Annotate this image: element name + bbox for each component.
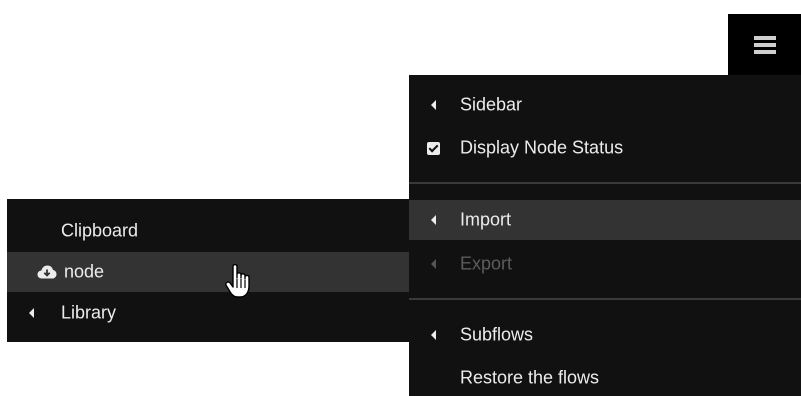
checkbox-checked-icon: [426, 141, 440, 155]
menu-item-label: Subflows: [460, 324, 534, 345]
menu-item-label: Export: [460, 253, 513, 274]
caret-left-icon: [426, 98, 440, 112]
menu-item-import[interactable]: Import: [409, 200, 801, 240]
submenu-item-clipboard[interactable]: Clipboard: [7, 211, 409, 251]
cloud-download-icon: [37, 265, 57, 280]
main-menu-button[interactable]: [728, 14, 801, 75]
menu-divider: [409, 298, 801, 300]
hamburger-menu-icon: [753, 35, 776, 54]
menu-item-display-node-status[interactable]: Display Node Status: [409, 128, 801, 168]
menu-item-export: Export: [409, 244, 801, 284]
menu-item-label: Sidebar: [460, 94, 523, 115]
screen: Sidebar Display Node Status Import Expor…: [0, 0, 801, 396]
submenu-item-label: node: [64, 261, 105, 282]
menu-item-sidebar[interactable]: Sidebar: [409, 85, 801, 125]
caret-left-icon: [29, 308, 34, 318]
submenu-item-library[interactable]: Library: [7, 293, 409, 333]
caret-left-icon: [426, 328, 440, 342]
caret-left-icon: [426, 257, 440, 271]
submenu-item-label: Library: [61, 302, 117, 323]
menu-item-label: Display Node Status: [460, 137, 624, 158]
submenu-item-label: Clipboard: [61, 220, 139, 241]
caret-left-icon: [426, 213, 440, 227]
menu-item-restore-flows[interactable]: Restore the flows: [409, 358, 801, 396]
import-submenu: Clipboard node Library: [7, 199, 409, 342]
menu-item-label: Import: [460, 209, 512, 230]
menu-item-subflows[interactable]: Subflows: [409, 315, 801, 355]
menu-item-label: Restore the flows: [460, 367, 600, 388]
submenu-item-node[interactable]: node: [7, 252, 409, 292]
menu-divider: [409, 182, 801, 184]
main-menu: Sidebar Display Node Status Import Expor…: [409, 75, 801, 396]
